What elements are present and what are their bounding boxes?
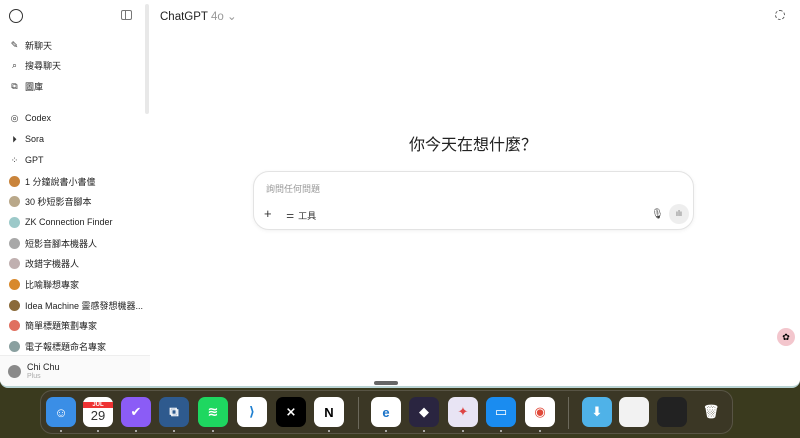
sidebar-item-label: 新聊天 <box>25 40 53 51</box>
dock: ☺ JUL 29 ✔ ⧉ ≋ ⟩ ⨯ Ne ◆ ✦ ▭ ◉ ⬇ 🗑︎ <box>40 390 733 434</box>
floating-assistant-icon[interactable]: ✿ <box>777 328 795 346</box>
sidebar-gpt-item[interactable]: 比喻聯想專家 <box>9 277 79 293</box>
search-icon: ⌕ <box>11 59 18 70</box>
running-indicator <box>385 430 387 432</box>
sidebar-gpt-item[interactable]: 電子報標題命名專家 <box>9 339 106 355</box>
running-indicator <box>173 430 175 432</box>
model-name: ChatGPT <box>160 11 208 23</box>
sidebar-gpt-item[interactable]: Idea Machine 靈感發想機器... <box>9 297 143 313</box>
dock-craft-icon[interactable]: ✦ <box>448 397 478 427</box>
sidebar-item-label: 1 分鐘說書小書僮 <box>25 176 96 187</box>
edit-icon: ✎ <box>10 39 19 50</box>
sidebar-gpt-item[interactable]: 30 秒短影音腳本 <box>9 194 92 210</box>
dock-divider <box>358 397 359 429</box>
dock-divider <box>568 397 569 429</box>
dock-capcut-icon[interactable]: ⨯ <box>276 397 306 427</box>
sidebar-item-label: 比喻聯想專家 <box>25 280 80 290</box>
add-attachment-button[interactable]: + <box>264 207 272 220</box>
sidebar-item-search-chats[interactable]: ⌕ 搜尋聊天 <box>9 57 61 73</box>
dock-edge-icon[interactable]: e <box>371 397 401 427</box>
sidebar-gpt-item[interactable]: 簡單標題策劃專家 <box>9 318 97 334</box>
gpt-avatar <box>9 279 20 290</box>
gpt-avatar <box>9 216 20 228</box>
running-indicator <box>423 430 425 432</box>
dock-omnifocus-icon[interactable]: ✔ <box>121 397 151 427</box>
dock-calendar-icon[interactable]: JUL 29 <box>83 397 113 427</box>
sidebar-item-codex[interactable]: ◎ Codex <box>9 110 51 126</box>
gpt-avatar <box>9 341 20 353</box>
gpt-avatar <box>9 175 20 187</box>
sidebar: ✎ 新聊天 ⌕ 搜尋聊天 ⧉ 圖庫 ◎ Codex ⏵ Sora ⁘ GPT 1 分鐘說書小… <box>0 0 150 386</box>
dock-notion-icon[interactable]: N <box>314 397 344 427</box>
dock-window-2-icon[interactable] <box>657 397 687 427</box>
voice-mode-button[interactable]: ılı <box>669 204 689 224</box>
running-indicator <box>462 430 464 432</box>
dock-window-1-icon[interactable] <box>619 397 649 427</box>
sidebar-item-label: Codex <box>25 113 52 123</box>
user-plan: Plus <box>27 373 41 380</box>
sidebar-item-label: 搜尋聊天 <box>25 60 62 71</box>
openai-logo-icon[interactable] <box>9 9 23 23</box>
user-profile[interactable]: Chi Chu Plus <box>0 355 150 386</box>
gpt-avatar <box>9 258 20 270</box>
dock-obsidian-icon[interactable]: ◆ <box>409 397 439 427</box>
running-indicator <box>539 430 541 432</box>
gpt-avatar <box>9 237 20 249</box>
sidebar-gpt-item[interactable]: 短影音腳本機器人 <box>9 235 97 251</box>
running-indicator <box>135 430 137 432</box>
running-indicator <box>500 430 502 432</box>
dock-vscode-icon[interactable]: ⟩ <box>237 397 267 427</box>
chatgpt-window: ✎ 新聊天 ⌕ 搜尋聊天 ⧉ 圖庫 ◎ Codex ⏵ Sora ⁘ GPT 1 分鐘說書小… <box>0 0 800 388</box>
images-icon: ⧉ <box>11 80 18 91</box>
sidebar-gpt-item[interactable]: ZK Connection Finder <box>9 214 113 230</box>
dock-trash-icon[interactable]: 🗑︎ <box>696 397 726 427</box>
user-name: Chi Chu <box>27 362 60 372</box>
sidebar-item-label: 短影音腳本機器人 <box>25 238 98 249</box>
avatar <box>8 365 21 378</box>
grid-icon: ⁘ <box>10 154 19 165</box>
running-indicator <box>212 430 214 432</box>
sliders-icon: ⚌ <box>286 210 295 220</box>
tools-label: 工具 <box>298 211 317 221</box>
sidebar-item-label: 改錯字機器人 <box>25 259 80 270</box>
page-title: 你今天在想什麼？ <box>408 137 537 154</box>
temporary-chat-icon[interactable] <box>775 10 785 20</box>
dock-screens-icon[interactable]: ⧉ <box>159 397 189 427</box>
sidebar-item-label: 電子報標題命名專家 <box>25 342 107 353</box>
dock-keynote-icon[interactable]: ▭ <box>486 397 516 427</box>
prompt-input[interactable]: 詢問任何問題 <box>266 182 320 195</box>
microphone-icon[interactable]: 🎙︎ <box>651 209 664 220</box>
gpt-avatar <box>9 320 20 332</box>
running-indicator <box>328 430 330 432</box>
sidebar-gpt-item[interactable]: 1 分鐘說書小書僮 <box>9 173 96 189</box>
running-indicator <box>97 430 99 432</box>
dock-chrome-icon[interactable]: ◉ <box>525 397 555 427</box>
sidebar-gpt-item[interactable]: 改錯字機器人 <box>9 256 79 272</box>
sidebar-item-label: GPT <box>25 155 44 165</box>
sidebar-item-label: 簡單標題策劃專家 <box>25 321 98 332</box>
sidebar-scrollbar[interactable] <box>145 4 149 114</box>
sidebar-toggle-icon[interactable] <box>121 10 132 20</box>
composer[interactable]: 詢問任何問題 + ⚌ 工具 🎙︎ ılı <box>253 171 694 230</box>
window-handle[interactable] <box>374 381 398 385</box>
dock-finder-icon[interactable]: ☺ <box>46 397 76 427</box>
model-version: 4o <box>210 11 224 23</box>
sidebar-item-label: ZK Connection Finder <box>25 217 113 228</box>
terminal-icon: ◎ <box>10 112 19 123</box>
sidebar-item-library[interactable]: ⧉ 圖庫 <box>9 78 43 94</box>
sidebar-item-label: 圖庫 <box>25 81 44 92</box>
chevron-down-icon: ⌄ <box>226 11 237 23</box>
tools-button[interactable]: ⚌ 工具 <box>286 209 316 222</box>
dock-spotify-icon[interactable]: ≋ <box>198 397 228 427</box>
sidebar-item-new-chat[interactable]: ✎ 新聊天 <box>9 37 52 53</box>
sidebar-item-label: Idea Machine 靈感發想機器... <box>25 300 144 311</box>
sidebar-item-label: 30 秒短影音腳本 <box>25 197 92 208</box>
gpt-avatar <box>9 299 20 311</box>
calendar-day: 29 <box>90 407 106 423</box>
dock-downloads-icon[interactable]: ⬇ <box>582 397 612 427</box>
model-selector[interactable]: ChatGPT 4o ⌄ <box>160 9 237 23</box>
running-indicator <box>60 430 62 432</box>
gpt-avatar <box>9 196 20 208</box>
